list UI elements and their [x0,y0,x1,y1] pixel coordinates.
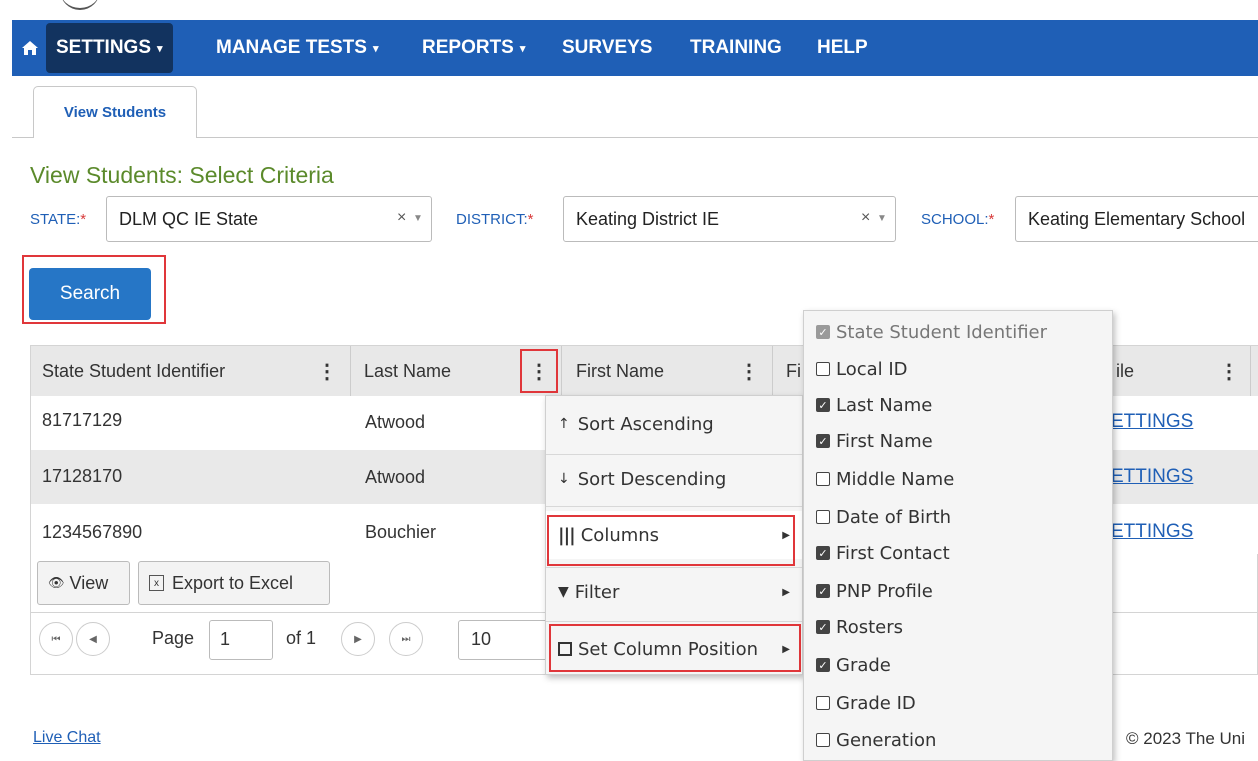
chevron-down-icon: ▼ [413,213,423,224]
set-position-highlight [549,624,801,672]
column-toggle-first-contact[interactable]: ✓ First Contact [816,535,950,571]
column-toggle-rosters[interactable]: ✓ Rosters [816,609,903,645]
checkbox-empty-icon[interactable] [816,510,830,524]
prev-page-icon[interactable]: ◀ [76,622,110,656]
header-last-name[interactable]: Last Name [364,346,451,396]
checkbox-empty-icon[interactable] [816,733,830,747]
menu-filter[interactable]: ▼ Filter ▶ [546,568,802,616]
column-toggle-grade[interactable]: ✓ Grade [816,647,891,683]
next-page-icon[interactable]: ▶ [341,622,375,656]
top-strip [0,0,1258,20]
export-excel-button[interactable]: x Export to Excel [138,561,330,605]
eye-icon: 👁 [48,575,65,590]
menu-divider [546,621,802,622]
chevron-right-icon: ▶ [782,586,790,598]
columns-submenu: ✓ State Student Identifier Local ID ✓ Last… [803,310,1113,761]
column-toggle-pnp-profile[interactable]: ✓ PNP Profile [816,573,933,609]
school-label: SCHOOL:* [921,211,995,228]
column-toggle-date-of-birth[interactable]: Date of Birth [816,499,951,535]
column-toggle-local-id[interactable]: Local ID [816,351,908,387]
column-menu-icon[interactable]: ⋮ [734,355,764,387]
column-divider [561,346,562,396]
live-chat-link[interactable]: Live Chat [33,729,101,747]
column-toggle-middle-name[interactable]: Middle Name [816,461,954,497]
column-toggle-generation[interactable]: Generation [816,722,936,758]
state-select[interactable]: DLM QC IE State × ▼ [106,196,432,242]
cell-id: 17128170 [42,466,123,486]
column-menu-icon[interactable]: ⋮ [312,355,342,387]
menu-sort-descending[interactable]: ↓ Sort Descending [546,455,802,503]
copyright-text: © 2023 The Uni [1126,729,1246,748]
clear-icon[interactable]: × [861,209,870,227]
column-toggle-last-name[interactable]: ✓ Last Name [816,387,932,423]
tab-view-students[interactable]: View Students [33,86,197,138]
state-label: STATE:* [30,211,87,228]
cell-id: 1234567890 [42,522,143,542]
last-page-icon[interactable]: ⏭ [389,622,423,656]
checkbox-empty-icon[interactable] [816,696,830,710]
first-page-icon[interactable]: ⏮ [39,622,73,656]
arrow-up-icon: ↑ [558,416,570,432]
checkbox-checked-icon[interactable]: ✓ [816,620,830,634]
checkbox-empty-icon[interactable] [816,472,830,486]
column-menu-icon[interactable]: ⋮ [524,355,554,387]
column-divider [1250,346,1251,396]
column-divider [350,346,351,396]
checkbox-checked-icon[interactable]: ✓ [816,398,830,412]
column-toggle-state-student-identifier: ✓ State Student Identifier [816,314,1047,350]
chevron-down-icon: ▾ [519,42,526,55]
filter-icon: ▼ [558,584,569,600]
checkbox-checked-icon[interactable]: ✓ [816,546,830,560]
cell-link[interactable]: ETTINGS [1111,411,1193,433]
nav-surveys[interactable]: SURVEYS [552,20,662,76]
tab-divider [12,137,1258,138]
logo-fragment [60,0,100,10]
menu-divider [546,506,802,507]
checkbox-checked-icon[interactable]: ✓ [816,584,830,598]
arrow-down-icon: ↓ [558,471,570,487]
menu-sort-ascending[interactable]: ↑ Sort Ascending [546,400,802,448]
header-state-student-identifier[interactable]: State Student Identifier [42,346,225,396]
cell-last-name: Bouchier [365,522,437,542]
chevron-down-icon: ▼ [877,213,887,224]
page-size-select[interactable]: 10 [458,620,548,660]
cell-id: 81717129 [42,410,123,430]
chevron-down-icon: ▾ [372,42,379,55]
clear-icon[interactable]: × [397,209,406,227]
column-toggle-first-name[interactable]: ✓ First Name [816,423,933,459]
cell-link[interactable]: ETTINGS [1111,466,1193,488]
header-partial[interactable]: Fi [786,346,801,396]
cell-last-name: Atwood [365,412,426,432]
district-label: DISTRICT:* [456,211,534,228]
header-profile[interactable]: ile [1116,346,1134,396]
checkbox-checked-icon[interactable]: ✓ [816,658,830,672]
checkbox-empty-icon[interactable] [816,362,830,376]
search-button[interactable]: Search [29,268,151,320]
page-of-label: of 1 [286,628,317,648]
cell-link[interactable]: ETTINGS [1111,521,1193,543]
nav-help[interactable]: HELP [807,20,878,76]
column-divider [772,346,773,396]
checkbox-checked-icon[interactable]: ✓ [816,434,830,448]
header-first-name[interactable]: First Name [576,346,664,396]
cell-last-name: Atwood [365,467,426,487]
school-select[interactable]: Keating Elementary School [1015,196,1258,242]
excel-icon: x [149,575,164,591]
main-navbar: SETTINGS ▾ MANAGE TESTS ▾ REPORTS ▾ SURVEYS… [12,20,1258,76]
column-menu-icon[interactable]: ⋮ [1214,355,1244,387]
view-button[interactable]: 👁 View [37,561,130,605]
page-label: Page [152,628,195,648]
nav-reports[interactable]: REPORTS ▾ [412,20,535,76]
page-input[interactable]: 1 [209,620,273,660]
home-icon[interactable] [16,34,44,62]
district-select[interactable]: Keating District IE × ▼ [563,196,896,242]
column-toggle-grade-id[interactable]: Grade ID [816,685,916,721]
checkbox-checked-icon: ✓ [816,325,830,339]
nav-settings[interactable]: SETTINGS ▾ [46,23,173,73]
columns-highlight [547,515,795,566]
chevron-down-icon: ▾ [157,42,163,55]
nav-training[interactable]: TRAINING [680,20,792,76]
nav-manage-tests[interactable]: MANAGE TESTS ▾ [206,20,388,76]
page-title: View Students: Select Criteria [30,162,334,188]
